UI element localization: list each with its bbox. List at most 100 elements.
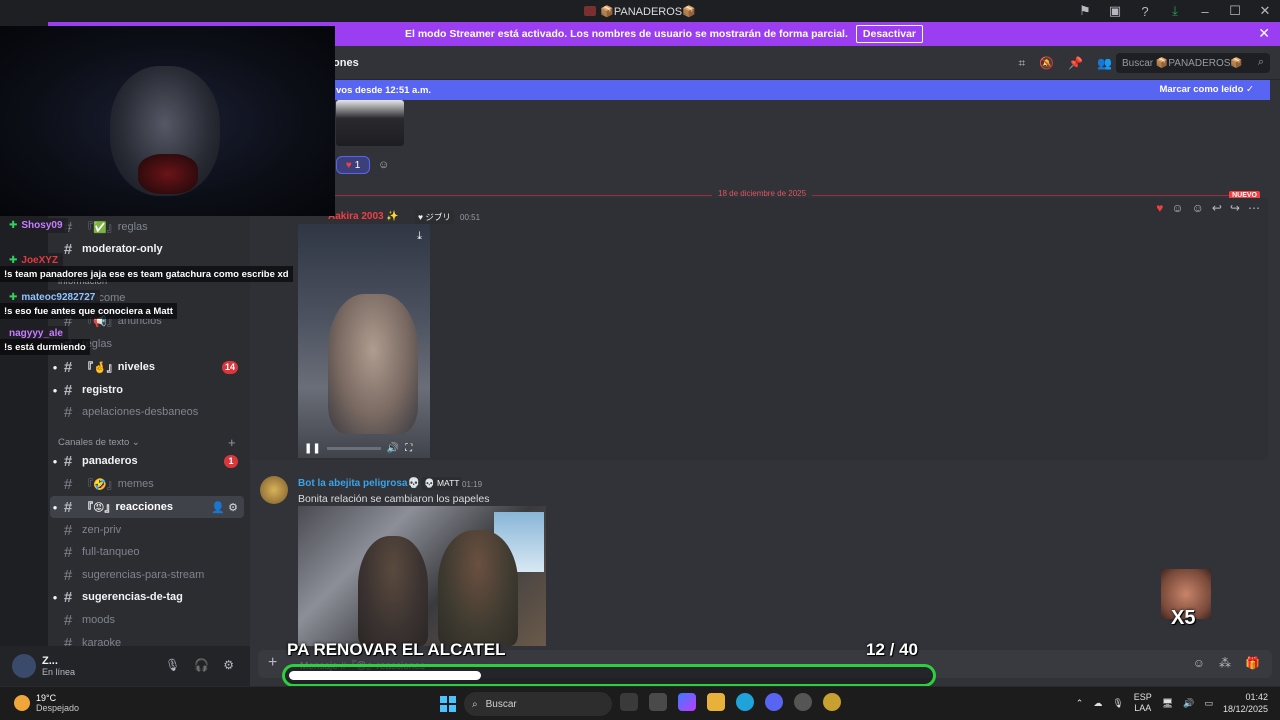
add-attachment-icon[interactable]: +: [268, 654, 277, 672]
channel-item[interactable]: # moderator-only: [50, 238, 244, 260]
video-progress-bar[interactable]: [326, 446, 381, 450]
language-code: ESP: [1133, 692, 1152, 702]
channel-prefix: 『🤞』: [82, 362, 118, 374]
channel-prefix: 『✅』: [82, 222, 118, 234]
avatar[interactable]: [260, 476, 288, 504]
mark-as-read-button[interactable]: Marcar como leído ✓: [1159, 84, 1254, 95]
avatar[interactable]: [12, 654, 36, 678]
heart-reaction[interactable]: ♥ 1: [336, 156, 370, 174]
heart-react-icon[interactable]: ♥: [1156, 201, 1163, 215]
obs-icon[interactable]: [794, 693, 812, 711]
message-author[interactable]: Aakira 2003 ✨: [328, 211, 399, 222]
user-name[interactable]: Z...: [42, 655, 75, 667]
inbox-flag-icon[interactable]: ⚑: [1070, 0, 1100, 22]
maximize-button[interactable]: ☐: [1220, 0, 1250, 22]
previous-image-thumb[interactable]: [336, 100, 404, 146]
channel-name: registro: [82, 384, 123, 396]
stream-chat-message: !s team panadores jaja ese es team gatac…: [0, 266, 293, 282]
copilot-icon[interactable]: [678, 693, 696, 711]
category-text-channels[interactable]: Canales de texto ⌄ +: [58, 435, 236, 450]
new-messages-bar[interactable]: vos desde 12:51 a.m. Marcar como leído ✓: [250, 80, 1270, 100]
channel-item[interactable]: # 『✅』 reglas: [50, 216, 244, 238]
add-channel-icon[interactable]: +: [228, 435, 236, 450]
headphones-icon[interactable]: 🎧: [194, 658, 209, 672]
weather-widget[interactable]: 19°C Despejado: [14, 693, 79, 713]
message-actions-bar: ♥ ☺ ☺ ↩ ↪ ⋯: [1156, 201, 1260, 215]
microphone-icon[interactable]: 🎙: [165, 658, 180, 672]
channel-item[interactable]: # sugerencias-para-stream: [50, 564, 244, 586]
more-icon[interactable]: ⋯: [1248, 201, 1260, 215]
help-icon[interactable]: ?: [1130, 0, 1160, 22]
channel-name: reacciones: [115, 501, 173, 513]
members-icon[interactable]: 👥: [1097, 56, 1112, 71]
onedrive-icon[interactable]: ☁: [1093, 698, 1102, 709]
search-input[interactable]: Buscar 📦PANADEROS📦 ⌕: [1116, 53, 1270, 73]
channel-settings-icons[interactable]: 👤 ⚙: [211, 501, 238, 514]
category-label: Canales de texto: [58, 437, 130, 448]
close-icon[interactable]: ✕: [1258, 25, 1270, 42]
app-icon[interactable]: [823, 693, 841, 711]
store-icon[interactable]: [649, 693, 667, 711]
channel-item[interactable]: ● # registro: [50, 379, 244, 401]
add-reaction-icon[interactable]: ☺: [378, 159, 389, 171]
deactivate-button[interactable]: Desactivar: [855, 25, 924, 43]
video-attachment[interactable]: ⤓ ❚❚ 🔊 ⛶: [298, 224, 430, 458]
goal-progress-fill: [289, 671, 481, 680]
chevron-up-icon[interactable]: ⌃: [1076, 698, 1084, 709]
weather-sun-icon: [14, 695, 30, 711]
volume-icon[interactable]: 🔊: [1183, 698, 1194, 709]
gift-icon[interactable]: ☺: [1193, 656, 1205, 670]
forward-icon[interactable]: ↪: [1230, 201, 1240, 215]
edge-icon[interactable]: [736, 693, 754, 711]
inbox-icon[interactable]: ▣: [1100, 0, 1130, 22]
channel-item[interactable]: ● # panaderos 1: [50, 450, 244, 472]
threads-icon[interactable]: ⌗: [1018, 56, 1025, 71]
channel-item[interactable]: ● # 『🤞』 niveles 14: [50, 356, 244, 378]
clock[interactable]: 01:42 18/12/2025: [1223, 691, 1268, 715]
reply-icon[interactable]: ↩: [1212, 201, 1222, 215]
windows-start-icon[interactable]: [440, 696, 456, 712]
message-author[interactable]: Bot la abejita peligrosa💀: [298, 478, 420, 489]
minimize-button[interactable]: –: [1190, 0, 1220, 22]
channel-name: moderator-only: [82, 243, 163, 255]
channel-item[interactable]: # full-tanqueo: [50, 541, 244, 563]
discord-icon[interactable]: [765, 693, 783, 711]
channel-item[interactable]: # apelaciones-desbaneos: [50, 401, 244, 423]
close-button[interactable]: ✕: [1250, 0, 1280, 22]
battery-icon[interactable]: ▭: [1204, 698, 1213, 709]
taskbar-search[interactable]: ⌕ Buscar: [464, 692, 612, 716]
stream-chat-user-text: mateoc9282727: [21, 292, 96, 303]
download-icon[interactable]: ⤓: [417, 230, 422, 243]
taskbar-search-label: Buscar: [485, 698, 517, 710]
mark-as-read-label: Marcar como leído: [1159, 84, 1244, 95]
stream-chat-user-text: nagyyy_ale: [9, 328, 63, 339]
hash-icon: #: [63, 521, 73, 539]
channel-item[interactable]: # moods: [50, 609, 244, 631]
mute-bell-icon[interactable]: 🔕: [1039, 56, 1054, 71]
download-icon[interactable]: ⤓: [1160, 0, 1190, 22]
user-status: En línea: [42, 667, 76, 677]
channel-item[interactable]: ● # sugerencias-de-tag: [50, 586, 244, 608]
add-reaction-icon[interactable]: ☺: [1192, 201, 1204, 215]
volume-icon[interactable]: 🔊: [387, 443, 399, 454]
channel-item-selected[interactable]: ● # 『😡』 reacciones 👤 ⚙: [50, 496, 244, 518]
hash-icon: #: [63, 475, 73, 493]
microphone-icon[interactable]: 🎙: [1112, 698, 1123, 709]
image-attachment[interactable]: [298, 506, 546, 646]
channel-name: full-tanqueo: [82, 546, 140, 558]
channel-item[interactable]: # karaoke: [50, 632, 244, 647]
pause-icon[interactable]: ❚❚: [304, 443, 321, 454]
channel-item[interactable]: # 『🤣』 memes: [50, 473, 244, 495]
network-icon[interactable]: 🖥: [1162, 698, 1173, 709]
channel-item[interactable]: # zen-priv: [50, 519, 244, 541]
language-indicator[interactable]: ESP LAA: [1134, 692, 1152, 714]
fullscreen-icon[interactable]: ⛶: [405, 443, 412, 454]
task-view-icon[interactable]: [620, 693, 638, 711]
apps-icon[interactable]: 🎁: [1245, 656, 1260, 670]
goal-progress-bar: [282, 664, 936, 687]
pin-icon[interactable]: 📌: [1068, 56, 1083, 71]
emoji-react-icon[interactable]: ☺: [1171, 201, 1183, 215]
gif-icon[interactable]: ⁂: [1219, 656, 1231, 670]
settings-gear-icon[interactable]: ⚙: [223, 658, 234, 672]
file-explorer-icon[interactable]: [707, 693, 725, 711]
